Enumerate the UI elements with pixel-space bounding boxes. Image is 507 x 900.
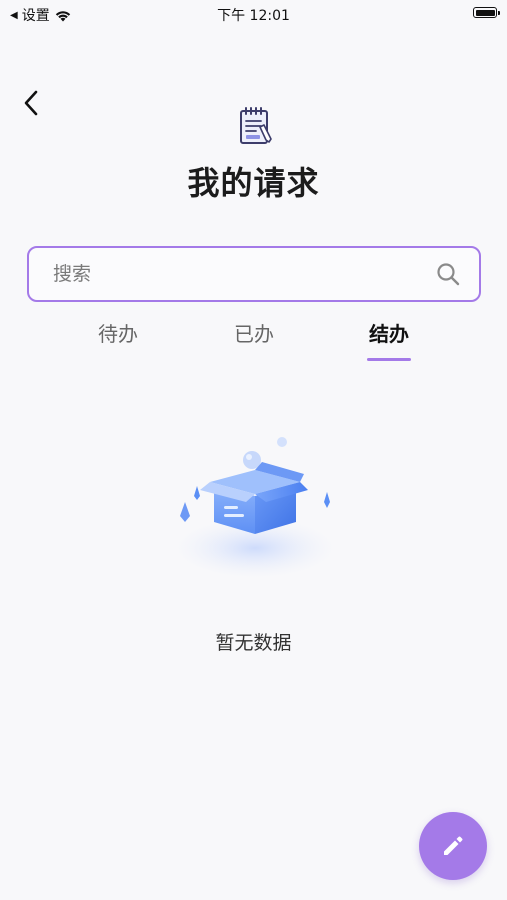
compose-button[interactable] [419,812,487,880]
chevron-left-icon [24,90,38,116]
status-time: 下午 12:01 [217,8,290,24]
battery-icon [473,7,500,18]
pencil-icon [444,836,463,855]
search-box[interactable] [27,246,481,302]
search-icon[interactable] [435,261,461,287]
back-button[interactable] [16,88,46,118]
search-input[interactable] [29,263,435,285]
page-title: 我的请求 [187,164,320,202]
notepad-icon [240,107,272,144]
tab-pending[interactable]: 待办 [78,318,158,347]
tab-closed[interactable]: 结办 [349,318,429,347]
status-bar: ◀ 设置 下午 12:01 [0,0,507,28]
tab-done[interactable]: 已办 [214,318,294,347]
active-tab-indicator [367,358,411,361]
empty-state-message: 暂无数据 [215,632,292,654]
status-right [473,7,500,18]
empty-box-icon [175,437,335,578]
